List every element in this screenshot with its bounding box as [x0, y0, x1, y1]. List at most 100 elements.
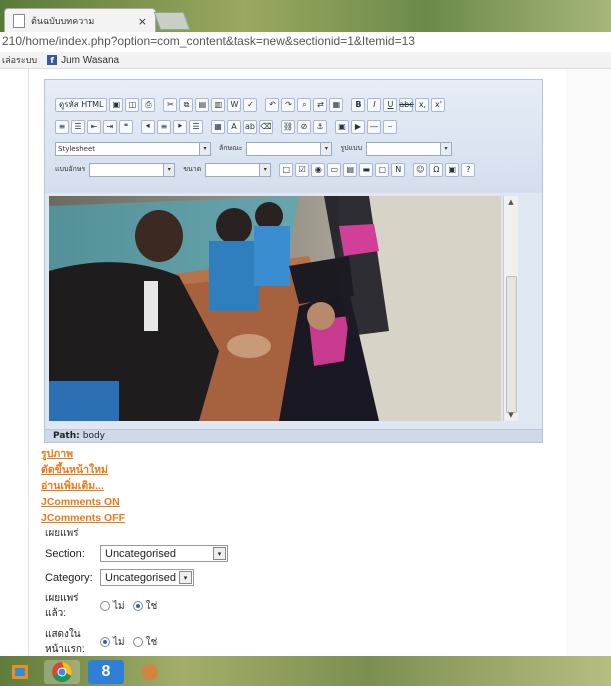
- help-icon[interactable]: ?: [461, 162, 476, 177]
- cut-icon[interactable]: ✂: [163, 97, 178, 112]
- chevron-down-icon: ▾: [213, 547, 226, 560]
- jcomments-on-link[interactable]: JComments ON: [41, 494, 125, 510]
- font-select[interactable]: ▾: [366, 141, 453, 156]
- url-text[interactable]: 210/home/index.php?option=com_content&ta…: [2, 34, 415, 48]
- emoticon-icon[interactable]: ☺: [413, 162, 428, 177]
- font-family-select[interactable]: ▾: [89, 162, 176, 177]
- app-icon[interactable]: [132, 660, 168, 684]
- button-icon[interactable]: ▬: [359, 162, 374, 177]
- underline-icon[interactable]: U: [383, 97, 398, 112]
- text-color-icon[interactable]: A: [227, 119, 241, 134]
- spellcheck-icon[interactable]: ✓: [243, 97, 258, 112]
- form-icon[interactable]: ▤: [343, 162, 358, 177]
- close-icon[interactable]: ×: [138, 15, 147, 28]
- align-left-icon[interactable]: ⯇: [141, 119, 155, 134]
- radio-button[interactable]: [132, 601, 143, 611]
- windows-explorer-icon[interactable]: [2, 660, 38, 684]
- radio-icon[interactable]: ◉: [311, 162, 326, 177]
- find-icon[interactable]: ⌕: [297, 97, 312, 112]
- indent-icon[interactable]: ⇥: [103, 119, 117, 134]
- paste-word-icon[interactable]: W: [227, 97, 242, 112]
- published-no-radio[interactable]: ไม่: [100, 599, 125, 614]
- new-tab-button[interactable]: [153, 12, 191, 30]
- unlink-icon[interactable]: ⊘: [297, 119, 311, 134]
- toolbar-row-1: ดูรหัส HTML ▣ ◫ ⎙ ✂ ⧉ ▤ ▥ W ✓ ↶ ↷ ⌕ ⇄ ▦ …: [55, 96, 446, 113]
- published-yes-radio[interactable]: ใช่: [132, 599, 157, 614]
- paste-text-icon[interactable]: ▥: [211, 97, 226, 112]
- justify-icon[interactable]: ☰: [189, 119, 203, 134]
- size-label: ขนาด: [183, 165, 202, 173]
- superscript-icon[interactable]: x': [431, 97, 446, 112]
- section-select[interactable]: Uncategorised ▾: [100, 545, 228, 562]
- image-icon[interactable]: ▣: [335, 119, 349, 134]
- undo-icon[interactable]: ↶: [265, 97, 280, 112]
- clear-format-icon[interactable]: ⌫: [259, 119, 273, 134]
- select-all-icon[interactable]: ▦: [329, 97, 344, 112]
- ordered-list-icon[interactable]: ≡: [55, 119, 69, 134]
- print-icon[interactable]: ⎙: [141, 97, 156, 112]
- html-source-button[interactable]: ดูรหัส HTML: [55, 97, 108, 112]
- bookmarks-bar: เล่อระบบ f Jum Wasana: [0, 52, 611, 69]
- replace-icon[interactable]: ⇄: [313, 97, 328, 112]
- chevron-down-icon: ▾: [320, 142, 332, 155]
- anchor-icon[interactable]: ⚓: [313, 119, 327, 134]
- scroll-down-icon[interactable]: ▼: [504, 409, 518, 421]
- horizontal-rule-icon[interactable]: ―: [367, 119, 381, 134]
- hidden-field-icon[interactable]: ▢: [375, 162, 390, 177]
- strikethrough-icon[interactable]: abc: [399, 97, 414, 112]
- google-icon[interactable]: 8: [88, 660, 124, 684]
- template-icon[interactable]: ▣: [445, 162, 460, 177]
- blockquote-icon[interactable]: ❝: [119, 119, 133, 134]
- fullscreen-icon[interactable]: ▣: [109, 97, 124, 112]
- jcomments-off-link[interactable]: JComments OFF: [41, 510, 125, 526]
- page-break-link[interactable]: ตัดขึ้นหน้าใหม่: [41, 462, 125, 478]
- read-more-link[interactable]: อ่านเพิ่มเติม...: [41, 478, 125, 494]
- link-icon[interactable]: ⛓: [281, 119, 295, 134]
- radio-button[interactable]: [132, 637, 143, 647]
- redo-icon[interactable]: ↷: [281, 97, 296, 112]
- scroll-up-icon[interactable]: ▲: [504, 196, 518, 208]
- page-viewport: ดูรหัส HTML ▣ ◫ ⎙ ✂ ⧉ ▤ ▥ W ✓ ↶ ↷ ⌕ ⇄ ▦ …: [0, 69, 611, 656]
- radio-button[interactable]: [100, 601, 110, 611]
- section-row: Section: Uncategorised ▾: [45, 545, 228, 562]
- textfield-icon[interactable]: ▭: [327, 162, 342, 177]
- media-icon[interactable]: ▶: [351, 119, 365, 134]
- editor-content-image[interactable]: [49, 196, 501, 421]
- category-select[interactable]: Uncategorised ▾: [100, 569, 194, 586]
- bookmark-item[interactable]: Jum Wasana: [61, 55, 119, 66]
- chrome-icon[interactable]: [44, 660, 80, 684]
- radio-button[interactable]: [100, 637, 110, 647]
- layer-icon[interactable]: □: [279, 162, 294, 177]
- frontpage-yes-radio[interactable]: ใช่: [132, 635, 157, 650]
- os-taskbar: 8: [0, 656, 611, 686]
- editor-scrollbar[interactable]: ▲ ▼: [503, 196, 518, 421]
- subscript-icon[interactable]: x,: [415, 97, 430, 112]
- rich-text-editor: ดูรหัส HTML ▣ ◫ ⎙ ✂ ⧉ ▤ ▥ W ✓ ↶ ↷ ⌕ ⇄ ▦ …: [44, 79, 543, 443]
- copy-icon[interactable]: ⧉: [179, 97, 194, 112]
- unordered-list-icon[interactable]: ☰: [71, 119, 85, 134]
- stylesheet-label: Stylesheet: [58, 144, 96, 153]
- align-center-icon[interactable]: ≡: [157, 119, 171, 134]
- browser-tab[interactable]: ต้นฉบับบทความ ×: [4, 8, 156, 33]
- font-size-select[interactable]: ▾: [205, 162, 272, 177]
- image-link[interactable]: รูปภาพ: [41, 446, 125, 462]
- page-break-icon[interactable]: ⎯: [383, 119, 397, 134]
- table-icon[interactable]: ▦: [211, 119, 225, 134]
- paste-icon[interactable]: ▤: [195, 97, 210, 112]
- outdent-icon[interactable]: ⇤: [87, 119, 101, 134]
- chevron-down-icon: ▾: [163, 163, 175, 176]
- bold-icon[interactable]: B: [351, 97, 366, 112]
- highlight-color-icon[interactable]: ab: [243, 119, 257, 134]
- format-select[interactable]: ▾: [246, 141, 333, 156]
- special-char-icon[interactable]: Ω: [429, 162, 444, 177]
- stylesheet-select[interactable]: Stylesheet ▾: [55, 141, 211, 156]
- address-bar[interactable]: 210/home/index.php?option=com_content&ta…: [0, 32, 611, 53]
- checkbox-icon[interactable]: ☑: [295, 162, 310, 177]
- bookmark-item[interactable]: เล่อระบบ: [2, 53, 37, 67]
- italic-icon[interactable]: I: [367, 97, 382, 112]
- scrollbar-thumb[interactable]: [506, 276, 517, 413]
- frontpage-no-radio[interactable]: ไม่: [100, 635, 125, 650]
- align-right-icon[interactable]: ⯈: [173, 119, 187, 134]
- preview-icon[interactable]: ◫: [125, 97, 140, 112]
- style-icon[interactable]: N: [391, 162, 406, 177]
